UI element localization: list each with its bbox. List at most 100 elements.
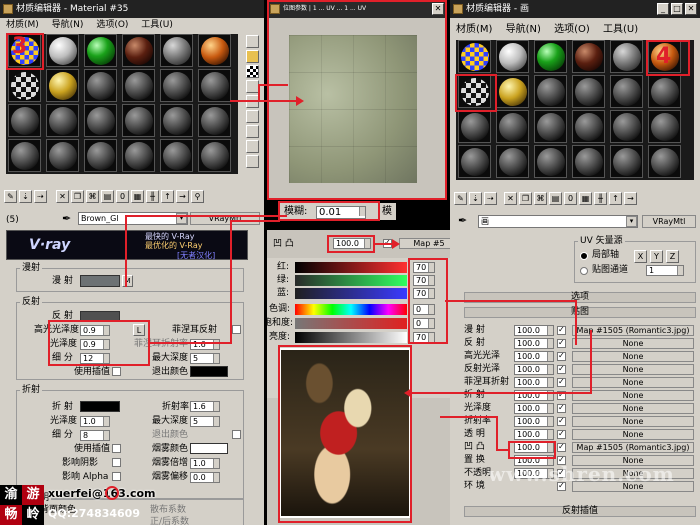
uv-channel-spinner[interactable]: 1	[646, 265, 684, 276]
make-copy-button[interactable]: ❐	[71, 190, 84, 203]
map-row-checkbox[interactable]	[557, 338, 566, 348]
eyedropper-icon[interactable]: ✒	[62, 213, 71, 224]
make-unique-button[interactable]: ⌘	[534, 192, 547, 205]
sample-slot[interactable]	[648, 75, 681, 108]
material-type-button[interactable]: VRayMtl	[642, 215, 696, 228]
sample-slot[interactable]	[198, 69, 231, 102]
fresnel-checkbox[interactable]	[232, 325, 241, 334]
background-checker-button[interactable]	[246, 65, 259, 78]
put-to-scene-button[interactable]: ⇣	[469, 192, 482, 205]
sample-slot[interactable]	[46, 104, 79, 137]
material-name-dropdown-icon[interactable]: ▾	[626, 216, 637, 227]
sample-slot[interactable]	[572, 40, 605, 73]
sample-slot[interactable]	[572, 145, 605, 178]
go-forward-button[interactable]: →	[176, 190, 189, 203]
menu-options[interactable]: 选项(O)	[96, 20, 128, 30]
menu-options[interactable]: 选项(O)	[554, 24, 590, 35]
sample-slot[interactable]	[46, 139, 79, 172]
fog-bias-spinner[interactable]: 0.0	[190, 472, 220, 483]
green-slider[interactable]	[295, 275, 407, 286]
menu-navigation[interactable]: 导航(N)	[506, 24, 541, 35]
options-button[interactable]	[246, 125, 259, 138]
map-row-button[interactable]: None	[572, 429, 694, 440]
sample-slot[interactable]	[496, 145, 529, 178]
sample-slot[interactable]	[496, 75, 529, 108]
map-row-amount[interactable]: 100.0	[514, 325, 554, 336]
show-end-result-button[interactable]: ╫	[146, 190, 159, 203]
sample-slot[interactable]	[572, 75, 605, 108]
menu-navigation[interactable]: 导航(N)	[52, 20, 84, 30]
uv-z-button[interactable]: Z	[666, 250, 679, 263]
sample-slot[interactable]	[84, 104, 117, 137]
sample-slot[interactable]	[648, 145, 681, 178]
select-by-material-button[interactable]	[246, 140, 259, 153]
put-to-scene-button[interactable]: ⇣	[19, 190, 32, 203]
map-row-checkbox[interactable]	[557, 351, 566, 361]
map-row-amount[interactable]: 100.0	[514, 364, 554, 375]
diffuse-color-swatch[interactable]	[80, 275, 120, 287]
pick-material-button[interactable]: ⚲	[191, 190, 204, 203]
sample-slot[interactable]	[610, 110, 643, 143]
sample-slot[interactable]	[122, 104, 155, 137]
fog-mult-spinner[interactable]: 1.0	[190, 458, 220, 469]
assign-to-selection-button[interactable]: ⇢	[484, 192, 497, 205]
sample-slot[interactable]	[84, 139, 117, 172]
map-row-amount[interactable]: 100.0	[514, 403, 554, 414]
menu-material[interactable]: 材质(M)	[456, 24, 492, 35]
minimize-icon[interactable]: _	[657, 3, 669, 15]
sample-slot[interactable]	[610, 75, 643, 108]
map-row-amount[interactable]: 100.0	[514, 416, 554, 427]
material-name-field[interactable]: 画	[478, 215, 638, 228]
exit-color-swatch[interactable]	[190, 366, 228, 377]
ior-spinner[interactable]: 1.6	[190, 401, 220, 412]
get-material-button[interactable]: ✎	[4, 190, 17, 203]
sample-slot[interactable]	[198, 34, 231, 67]
sample-slot[interactable]	[122, 69, 155, 102]
sample-slot[interactable]	[458, 110, 491, 143]
show-end-result-button[interactable]: ╫	[594, 192, 607, 205]
refract-subdiv-spinner[interactable]: 8	[80, 430, 110, 441]
menu-tools[interactable]: 工具(U)	[141, 20, 173, 30]
sample-slot[interactable]	[610, 145, 643, 178]
refract-gloss-spinner[interactable]: 1.0	[80, 416, 110, 427]
get-material-button[interactable]: ✎	[454, 192, 467, 205]
make-copy-button[interactable]: ❐	[519, 192, 532, 205]
hue-slider[interactable]	[295, 304, 407, 315]
uv-channel-radio[interactable]	[580, 267, 588, 275]
map-row-amount[interactable]: 100.0	[514, 338, 554, 349]
refract-maxdepth-spinner[interactable]: 5	[190, 416, 220, 427]
sample-slot[interactable]	[458, 40, 491, 73]
map-row-checkbox[interactable]	[557, 325, 566, 335]
go-to-parent-button[interactable]: ↑	[161, 190, 174, 203]
blue-slider[interactable]	[295, 288, 407, 299]
sample-slot[interactable]	[496, 40, 529, 73]
sample-slot[interactable]	[198, 139, 231, 172]
show-map-button[interactable]: ▦	[131, 190, 144, 203]
saturation-slider[interactable]	[295, 318, 407, 329]
map-row-button[interactable]: Map #1505 (Romantic3.jpg)	[572, 442, 694, 453]
uv-x-button[interactable]: X	[634, 250, 647, 263]
sample-slot[interactable]	[122, 139, 155, 172]
material-id-button[interactable]: 0	[564, 192, 577, 205]
affect-alpha-checkbox[interactable]	[112, 472, 121, 481]
material-id-button[interactable]: 0	[116, 190, 129, 203]
map-row-checkbox[interactable]	[557, 403, 566, 413]
uv-y-button[interactable]: Y	[650, 250, 663, 263]
bump-map-button[interactable]: Map #5	[399, 238, 452, 249]
make-preview-button[interactable]	[246, 110, 259, 123]
assign-to-selection-button[interactable]: ⇢	[34, 190, 47, 203]
sample-slot[interactable]	[534, 145, 567, 178]
map-row-amount[interactable]: 100.0	[514, 377, 554, 388]
sample-slot[interactable]	[160, 69, 193, 102]
value-slider[interactable]	[295, 332, 407, 343]
sample-slot[interactable]	[84, 34, 117, 67]
sample-slot[interactable]	[534, 75, 567, 108]
menu-material[interactable]: 材质(M)	[6, 20, 39, 30]
sample-slot[interactable]	[496, 110, 529, 143]
backlight-button[interactable]	[246, 50, 259, 63]
go-forward-button[interactable]: →	[624, 192, 637, 205]
show-map-button[interactable]: ▦	[579, 192, 592, 205]
maps-rollout[interactable]: 贴图	[464, 307, 696, 318]
menu-tools[interactable]: 工具(U)	[603, 24, 638, 35]
map-row-button[interactable]: None	[572, 403, 694, 414]
